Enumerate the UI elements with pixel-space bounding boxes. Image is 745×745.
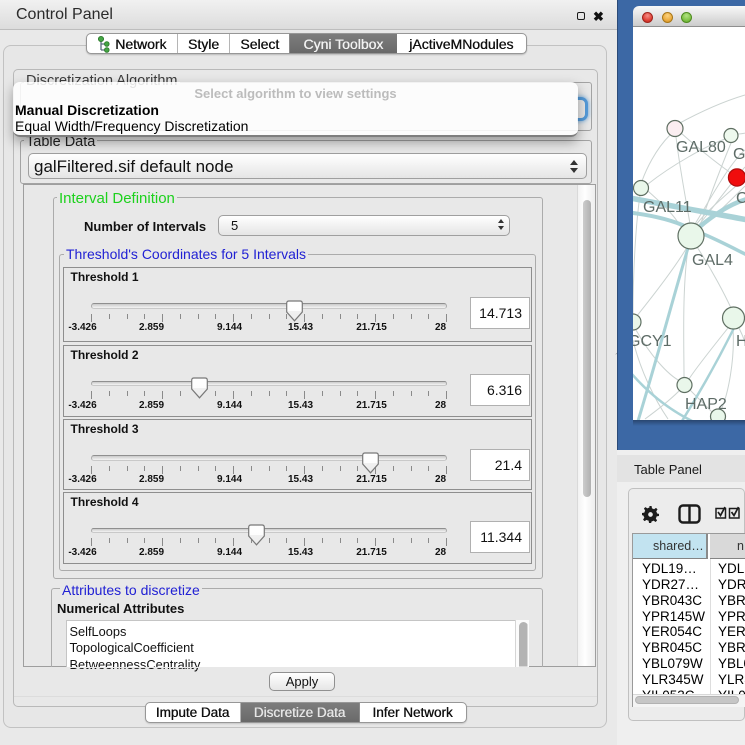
- svg-text:GAL80: GAL80: [676, 139, 726, 156]
- svg-text:GAL4: GAL4: [692, 252, 733, 269]
- svg-text:C: C: [736, 190, 745, 207]
- svg-text:GAL11: GAL11: [643, 199, 692, 216]
- svg-text:GCY1: GCY1: [633, 333, 672, 350]
- svg-text:HAP2: HAP2: [685, 396, 727, 413]
- svg-text:H: H: [736, 333, 745, 350]
- svg-text:GA: GA: [733, 146, 745, 163]
